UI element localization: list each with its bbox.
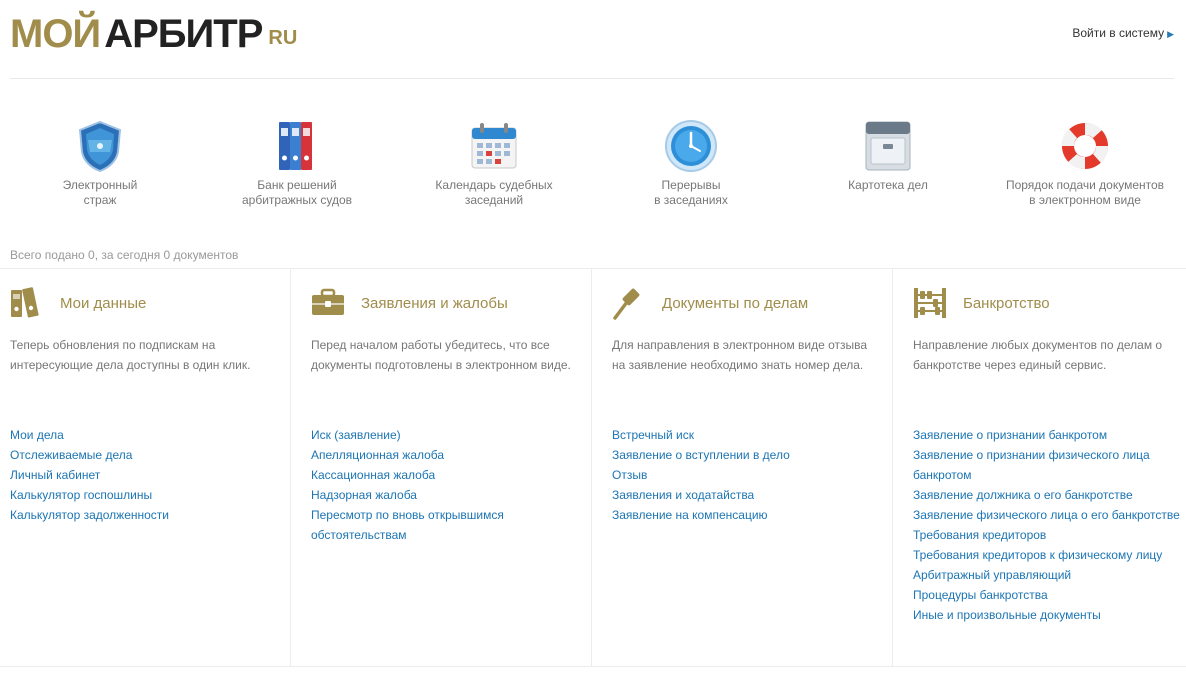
section-claims: Заявления и жалобы Перед началом работы … (290, 269, 591, 666)
section-my-data: Мои данные Теперь обновления по подписка… (0, 269, 290, 666)
section-title: Заявления и жалобы (361, 295, 508, 312)
section-description: Для направления в электронном виде отзыв… (612, 338, 868, 372)
header-divider (10, 78, 1174, 79)
logo-part-ru: RU (268, 27, 298, 49)
section-title: Документы по делам (662, 295, 809, 312)
section-header: Документы по делам (612, 287, 892, 321)
services-row: Электронный страж Банк решений арбитражн… (0, 110, 1186, 220)
service-label: Банк решений арбитражных судов (241, 178, 353, 207)
login-link[interactable]: Войти в систему ▶ (1072, 26, 1174, 40)
site-logo[interactable]: МОЙ АРБИТР RU (10, 12, 297, 56)
section-header: Заявления и жалобы (311, 287, 591, 321)
link-arbitration-manager[interactable]: Арбитражный управляющий (913, 565, 1181, 585)
link-joining-case[interactable]: Заявление о вступлении в дело (612, 445, 874, 465)
link-debt-calculator[interactable]: Калькулятор задолженности (10, 505, 272, 525)
submission-stats: Всего подано 0, за сегодня 0 документов (10, 248, 239, 262)
section-header: Мои данные (10, 287, 290, 321)
service-filing-procedure[interactable]: Порядок подачи документов в электронном … (985, 110, 1185, 208)
link-other-documents[interactable]: Иные и произвольные документы (913, 605, 1181, 625)
binders-icon (279, 122, 312, 170)
folders-icon (11, 287, 39, 318)
link-bankruptcy-petition[interactable]: Заявление о признании банкротом (913, 425, 1181, 445)
link-my-cases[interactable]: Мои дела (10, 425, 272, 445)
header: МОЙ АРБИТР RU Войти в систему ▶ (0, 0, 1186, 78)
link-review[interactable]: Пересмотр по вновь открывшимся обстоятел… (311, 505, 573, 545)
section-title: Банкротство (963, 295, 1050, 312)
section-title: Мои данные (60, 295, 147, 312)
service-label: Календарь судебных заседаний (435, 178, 553, 207)
link-bankruptcy-procedures[interactable]: Процедуры банкротства (913, 585, 1181, 605)
link-lawsuit[interactable]: Иск (заявление) (311, 425, 573, 445)
section-links: Встречный иск Заявление о вступлении в д… (612, 425, 874, 525)
link-personal-account[interactable]: Личный кабинет (10, 465, 272, 485)
link-supervisory[interactable]: Надзорная жалоба (311, 485, 573, 505)
file-cabinet-icon (865, 121, 911, 171)
service-label: Электронный страж (62, 178, 138, 207)
link-appeal[interactable]: Апелляционная жалоба (311, 445, 573, 465)
abacus-icon (914, 288, 946, 318)
service-case-files[interactable]: Картотека дел (788, 110, 988, 193)
section-case-documents: Документы по делам Для направления в эле… (591, 269, 892, 666)
link-creditor-claims[interactable]: Требования кредиторов (913, 525, 1181, 545)
section-links: Иск (заявление) Апелляционная жалоба Кас… (311, 425, 573, 545)
section-description: Теперь обновления по подпискам на интере… (10, 338, 251, 372)
link-counterclaim[interactable]: Встречный иск (612, 425, 874, 445)
clock-icon (665, 120, 717, 172)
service-label: Перерывы в заседаниях (654, 178, 728, 207)
link-debtor-petition[interactable]: Заявление должника о его банкротстве (913, 485, 1181, 505)
logo-part-arbitr: АРБИТР (104, 12, 263, 56)
link-cassation[interactable]: Кассационная жалоба (311, 465, 573, 485)
login-label: Войти в систему (1072, 26, 1165, 40)
section-description: Перед началом работы убедитесь, что все … (311, 338, 571, 372)
section-header: Банкротство (913, 287, 1186, 321)
section-links: Мои дела Отслеживаемые дела Личный кабин… (10, 425, 272, 525)
gavel-icon (613, 288, 640, 320)
sections: Мои данные Теперь обновления по подписка… (0, 268, 1186, 667)
service-label: Картотека дел (848, 178, 928, 192)
service-label: Порядок подачи документов в электронном … (1005, 178, 1165, 207)
calendar-icon (471, 123, 517, 169)
link-tracked-cases[interactable]: Отслеживаемые дела (10, 445, 272, 465)
link-creditor-claims-individual[interactable]: Требования кредиторов к физическому лицу (913, 545, 1181, 565)
section-description: Направление любых документов по делам о … (913, 338, 1163, 372)
briefcase-icon (312, 288, 344, 315)
link-fee-calculator[interactable]: Калькулятор госпошлины (10, 485, 272, 505)
service-court-calendar[interactable]: Календарь судебных заседаний (394, 110, 594, 208)
link-individual-own-bankruptcy[interactable]: Заявление физического лица о его банкрот… (913, 505, 1181, 525)
service-breaks[interactable]: Перерывы в заседаниях (591, 110, 791, 208)
service-electronic-guard[interactable]: Электронный страж (0, 110, 200, 208)
section-bankruptcy: Банкротство Направление любых документов… (892, 269, 1186, 666)
service-decisions-bank[interactable]: Банк решений арбитражных судов (197, 110, 397, 208)
link-compensation[interactable]: Заявление на компенсацию (612, 505, 874, 525)
shield-icon (78, 120, 122, 173)
lifebuoy-icon (1061, 122, 1109, 170)
link-motions[interactable]: Заявления и ходатайства (612, 485, 874, 505)
arrow-right-icon: ▶ (1167, 29, 1174, 39)
section-links: Заявление о признании банкротом Заявлени… (913, 425, 1181, 625)
link-individual-bankruptcy-petition[interactable]: Заявление о признании физического лица б… (913, 445, 1181, 485)
link-response[interactable]: Отзыв (612, 465, 874, 485)
logo-part-moi: МОЙ (10, 12, 101, 56)
